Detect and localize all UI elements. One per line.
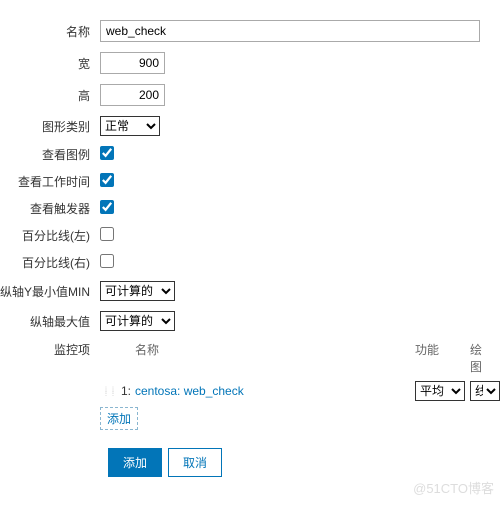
items-label: 监控项 — [0, 341, 100, 430]
y-min-label: 纵轴Y最小值MIN — [0, 283, 100, 300]
show-legend-checkbox[interactable] — [100, 146, 114, 160]
graph-type-label: 图形类别 — [0, 118, 100, 135]
show-triggers-label: 查看触发器 — [0, 200, 100, 217]
table-row: ⋮⋮⋮⋮⋮⋮ 1: centosa: web_check 平均 线 — [100, 381, 500, 401]
graph-config-form: 名称 宽 高 图形类别 正常 查看图例 查看工作时间 查看触发器 百分比线(左)… — [0, 0, 500, 477]
show-working-time-checkbox[interactable] — [100, 173, 114, 187]
drag-handle-icon[interactable]: ⋮⋮⋮⋮⋮⋮ — [100, 384, 112, 398]
show-legend-label: 查看图例 — [0, 146, 100, 163]
width-label: 宽 — [0, 55, 100, 72]
graph-type-select[interactable]: 正常 — [100, 116, 160, 136]
y-max-select[interactable]: 可计算的 — [100, 311, 175, 331]
y-min-select[interactable]: 可计算的 — [100, 281, 175, 301]
name-label: 名称 — [0, 23, 100, 40]
name-input[interactable] — [100, 20, 480, 42]
items-col-func: 功能 — [415, 341, 470, 375]
item-draw-select[interactable]: 线 — [470, 381, 500, 401]
submit-button[interactable]: 添加 — [108, 448, 162, 477]
percentile-left-checkbox[interactable] — [100, 227, 114, 241]
percentile-right-checkbox[interactable] — [100, 254, 114, 268]
percentile-left-label: 百分比线(左) — [0, 227, 100, 244]
height-input[interactable] — [100, 84, 165, 106]
show-triggers-checkbox[interactable] — [100, 200, 114, 214]
height-label: 高 — [0, 87, 100, 104]
cancel-button[interactable]: 取消 — [168, 448, 222, 477]
percentile-right-label: 百分比线(右) — [0, 254, 100, 271]
items-col-name: 名称 — [135, 341, 415, 375]
width-input[interactable] — [100, 52, 165, 74]
items-header: 名称 功能 绘图 — [100, 341, 500, 375]
watermark: @51CTO博客 — [413, 478, 494, 497]
y-max-label: 纵轴最大值 — [0, 313, 100, 330]
show-working-time-label: 查看工作时间 — [0, 173, 100, 190]
item-link[interactable]: centosa: web_check — [135, 384, 244, 398]
form-actions: 添加 取消 — [108, 448, 500, 477]
item-func-select[interactable]: 平均 — [415, 381, 465, 401]
item-index: 1: — [112, 384, 135, 398]
items-col-draw: 绘图 — [470, 341, 490, 375]
add-item-link[interactable]: 添加 — [100, 407, 138, 430]
